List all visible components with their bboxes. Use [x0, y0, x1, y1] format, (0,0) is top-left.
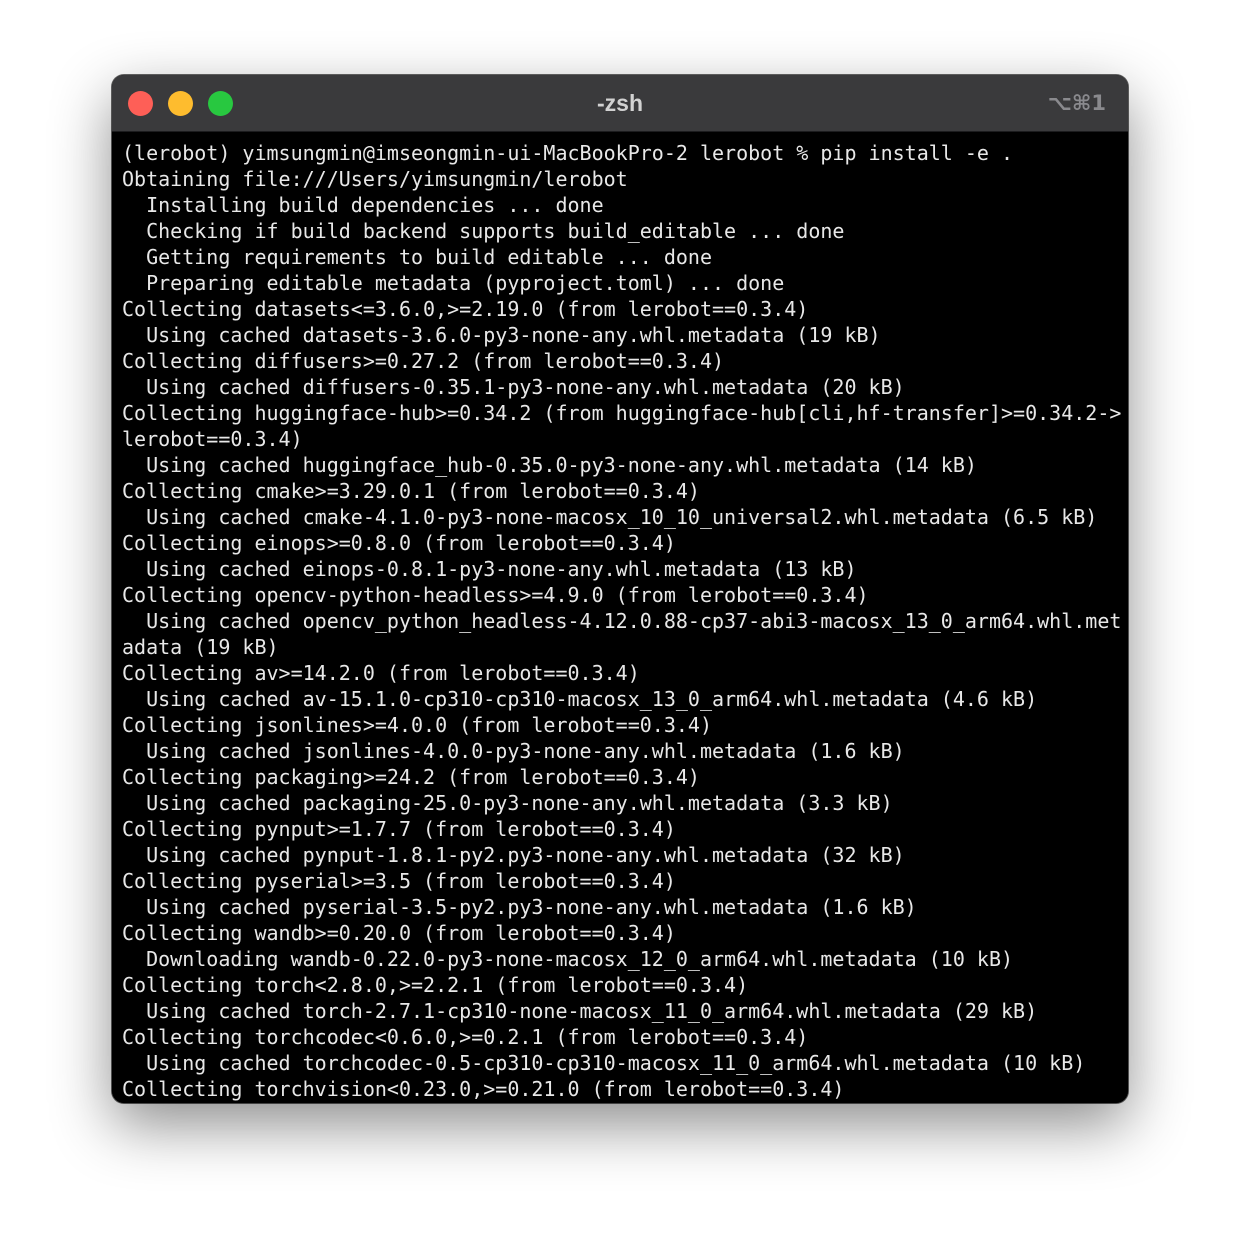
- terminal-line: Using cached torchcodec-0.5-cp310-cp310-…: [122, 1051, 1086, 1075]
- terminal-line: Using cached diffusers-0.35.1-py3-none-a…: [122, 375, 905, 399]
- terminal-line: Collecting huggingface-hub>=0.34.2 (from…: [122, 401, 1122, 425]
- terminal-line: Collecting pynput>=1.7.7 (from lerobot==…: [122, 817, 676, 841]
- terminal-line: adata (19 kB): [122, 635, 279, 659]
- window-shortcut-label: ⌥⌘1: [1047, 91, 1106, 115]
- terminal-line: Getting requirements to build editable .…: [122, 245, 713, 269]
- terminal-line: Collecting einops>=0.8.0 (from lerobot==…: [122, 531, 676, 555]
- terminal-line: Using cached datasets-3.6.0-py3-none-any…: [122, 323, 881, 347]
- terminal-line: lerobot==0.3.4): [122, 427, 303, 451]
- terminal-line: Using cached av-15.1.0-cp310-cp310-macos…: [122, 687, 1038, 711]
- terminal-line: Collecting torchvision<0.23.0,>=0.21.0 (…: [122, 1077, 845, 1101]
- terminal-line: Checking if build backend supports build…: [122, 219, 845, 243]
- terminal-line: Using cached jsonlines-4.0.0-py3-none-an…: [122, 739, 905, 763]
- terminal-line: Preparing editable metadata (pyproject.t…: [122, 271, 785, 295]
- title-bar[interactable]: -zsh ⌥⌘1: [112, 75, 1128, 132]
- terminal-line: Installing build dependencies ... done: [122, 193, 604, 217]
- terminal-line: Collecting wandb>=0.20.0 (from lerobot==…: [122, 921, 676, 945]
- terminal-line: Collecting av>=14.2.0 (from lerobot==0.3…: [122, 661, 640, 685]
- terminal-line: Using cached cmake-4.1.0-py3-none-macosx…: [122, 505, 1098, 529]
- terminal-line: Collecting opencv-python-headless>=4.9.0…: [122, 583, 869, 607]
- terminal-line: Collecting pyserial>=3.5 (from lerobot==…: [122, 869, 676, 893]
- window-title: -zsh: [597, 90, 643, 116]
- terminal-line: Using cached torch-2.7.1-cp310-none-maco…: [122, 999, 1038, 1023]
- terminal-line: Using cached pynput-1.8.1-py2.py3-none-a…: [122, 843, 905, 867]
- terminal-line: Collecting datasets<=3.6.0,>=2.19.0 (fro…: [122, 297, 809, 321]
- terminal-line: Using cached pyserial-3.5-py2.py3-none-a…: [122, 895, 917, 919]
- terminal-line: Using cached huggingface_hub-0.35.0-py3-…: [122, 453, 977, 477]
- terminal-line: Collecting torch<2.8.0,>=2.2.1 (from ler…: [122, 973, 749, 997]
- terminal-line: Using cached opencv_python_headless-4.12…: [122, 609, 1122, 633]
- terminal-line: Downloading wandb-0.22.0-py3-none-macosx…: [122, 947, 1014, 971]
- terminal-line: Collecting jsonlines>=4.0.0 (from lerobo…: [122, 713, 713, 737]
- terminal-line: Using cached packaging-25.0-py3-none-any…: [122, 791, 893, 815]
- terminal-line: Using cached einops-0.8.1-py3-none-any.w…: [122, 557, 857, 581]
- terminal-line: Collecting cmake>=3.29.0.1 (from lerobot…: [122, 479, 700, 503]
- terminal-line: (lerobot) yimsungmin@imseongmin-ui-MacBo…: [122, 141, 1014, 165]
- terminal-window: -zsh ⌥⌘1 (lerobot) yimsungmin@imseongmin…: [112, 75, 1128, 1103]
- terminal-line: Obtaining file:///Users/yimsungmin/lerob…: [122, 167, 628, 191]
- terminal-line: Collecting packaging>=24.2 (from lerobot…: [122, 765, 700, 789]
- terminal-line: Collecting torchcodec<0.6.0,>=0.2.1 (fro…: [122, 1025, 809, 1049]
- terminal-output[interactable]: (lerobot) yimsungmin@imseongmin-ui-MacBo…: [112, 132, 1128, 1103]
- terminal-line: Collecting diffusers>=0.27.2 (from lerob…: [122, 349, 725, 373]
